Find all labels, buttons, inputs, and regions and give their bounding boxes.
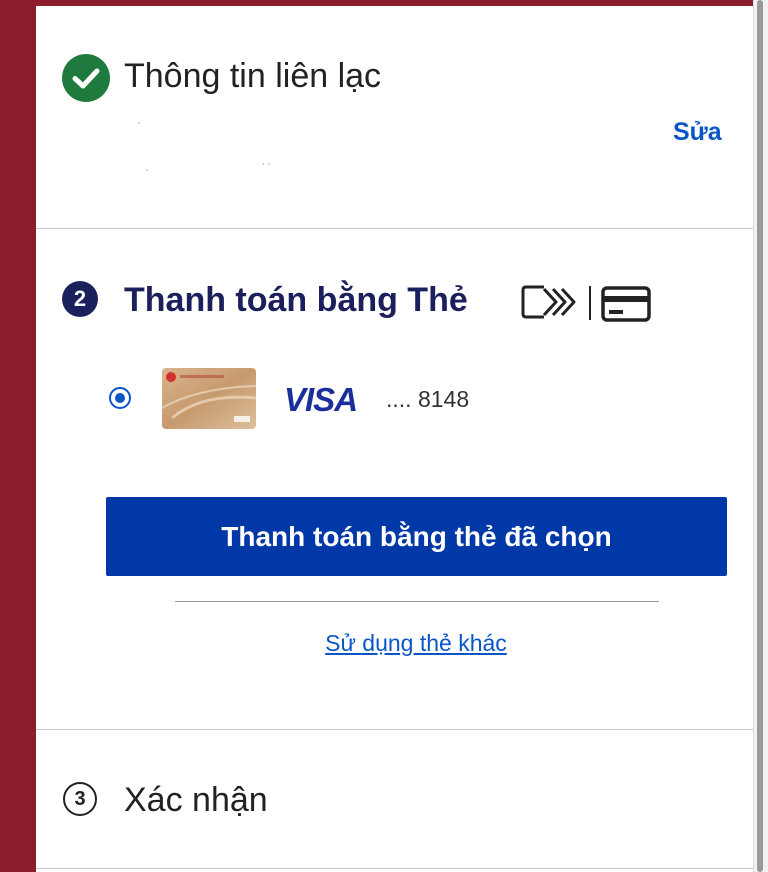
icon-separator xyxy=(589,286,591,320)
credit-card-icon xyxy=(601,286,651,322)
redacted-text xyxy=(146,169,148,171)
edit-contact-link[interactable]: Sửa xyxy=(673,118,722,147)
contact-section-title: Thông tin liên lạc xyxy=(124,57,382,95)
pay-with-selected-card-button[interactable]: Thanh toán bằng thẻ đã chọn xyxy=(106,497,727,576)
checkout-panel: Thông tin liên lạc Sửa 2 Thanh toán bằng… xyxy=(36,6,753,872)
step-2-badge: 2 xyxy=(62,281,98,317)
saved-card-radio[interactable] xyxy=(109,387,131,409)
inner-divider xyxy=(175,601,659,602)
confirm-section-title: Xác nhận xyxy=(124,781,268,819)
section-divider xyxy=(36,868,753,869)
payment-section-title: Thanh toán bằng Thẻ xyxy=(124,281,468,319)
redacted-text xyxy=(268,163,270,165)
card-thumbnail-image xyxy=(162,368,256,429)
visa-logo: VISA xyxy=(284,381,358,418)
section-divider xyxy=(36,729,753,730)
masked-card-number: .... 8148 xyxy=(386,386,470,412)
check-circle-icon xyxy=(62,54,110,102)
scrollbar-thumb[interactable] xyxy=(757,0,763,872)
vertical-scrollbar[interactable] xyxy=(753,0,768,872)
redacted-text xyxy=(262,163,264,165)
contactless-wallet-icon xyxy=(521,285,576,319)
use-other-card-link[interactable]: Sử dụng thẻ khác xyxy=(36,630,768,657)
step-3-badge: 3 xyxy=(63,782,97,816)
section-divider xyxy=(36,228,753,229)
redacted-text xyxy=(138,122,140,124)
